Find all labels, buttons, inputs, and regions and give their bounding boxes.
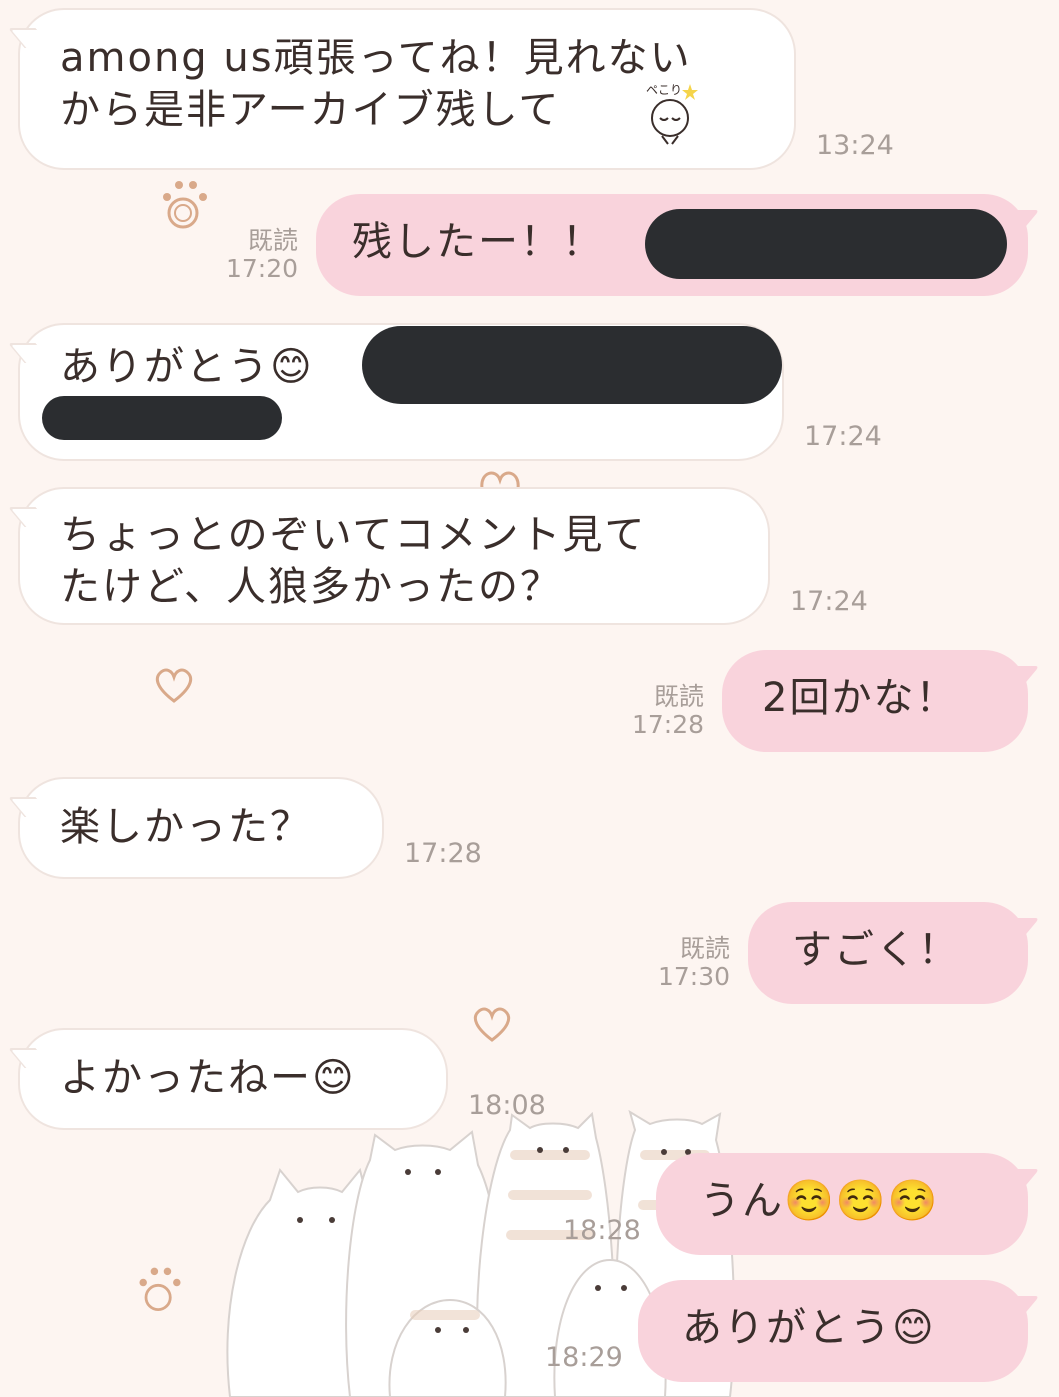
read-receipt: 既読 17:30 (657, 934, 730, 991)
message-bubble-outgoing[interactable]: うん☺️☺️☺️ (656, 1153, 1028, 1255)
message-bubble-outgoing[interactable]: 2回かな！ (722, 650, 1028, 752)
message-text: ありがとう (60, 344, 270, 390)
message-time: 18:29 (545, 1342, 623, 1373)
smile-emoji-icon: 😊 (270, 344, 314, 390)
heart-doodle-icon (155, 668, 193, 703)
message-bubble-incoming[interactable]: ちょっとのぞいてコメント見て たけど、人狼多かったの？ (18, 487, 770, 625)
redaction-block (645, 209, 1007, 279)
message-text: 楽しかった？ (60, 804, 312, 850)
message-time: 18:28 (563, 1215, 641, 1246)
message-text: ありがとう (682, 1305, 892, 1351)
redaction-block (42, 396, 282, 440)
message-time: 18:08 (468, 1090, 546, 1121)
message-text: すごく！ (792, 927, 960, 973)
message-time: 13:24 (816, 130, 894, 161)
message-text: たけど、人狼多かったの？ (60, 564, 562, 610)
message-bubble-incoming[interactable]: よかったねー😊 (18, 1028, 448, 1130)
message-text: よかったねー (60, 1055, 312, 1101)
heart-doodle-icon (473, 1007, 511, 1042)
message-text: うん (700, 1178, 784, 1224)
smile-emoji-icon: 😊 (312, 1055, 356, 1101)
smile-emoji-icon: 😊 (892, 1305, 936, 1351)
message-text: 残したー！！ (352, 219, 604, 265)
svg-text:ペこり: ペこり (646, 83, 682, 97)
paw-doodle-icon (139, 1267, 181, 1311)
message-time: 17:24 (804, 421, 882, 452)
message-text: ちょっとのぞいてコメント見て (60, 512, 647, 558)
message-bubble-outgoing[interactable]: ありがとう😊 (638, 1280, 1028, 1382)
heart-doodle-icon (480, 471, 520, 488)
message-bubble-outgoing[interactable]: すごく！ (748, 902, 1028, 1004)
message-text: 2回かな！ (762, 675, 958, 721)
redaction-block (362, 326, 782, 404)
message-text: among us頑張ってね！見れない (60, 35, 692, 81)
bowing-sticker-icon: ペこり (646, 83, 698, 145)
message-time: 17:24 (790, 586, 868, 617)
message-bubble-incoming[interactable]: 楽しかった？ (18, 777, 384, 879)
paw-doodle-icon (163, 181, 207, 229)
message-time: 17:28 (404, 838, 482, 869)
relaxed-emoji-icon: ☺️☺️☺️ (784, 1178, 940, 1224)
read-receipt: 既読 17:28 (631, 682, 704, 739)
read-receipt: 既読 17:20 (225, 226, 298, 283)
